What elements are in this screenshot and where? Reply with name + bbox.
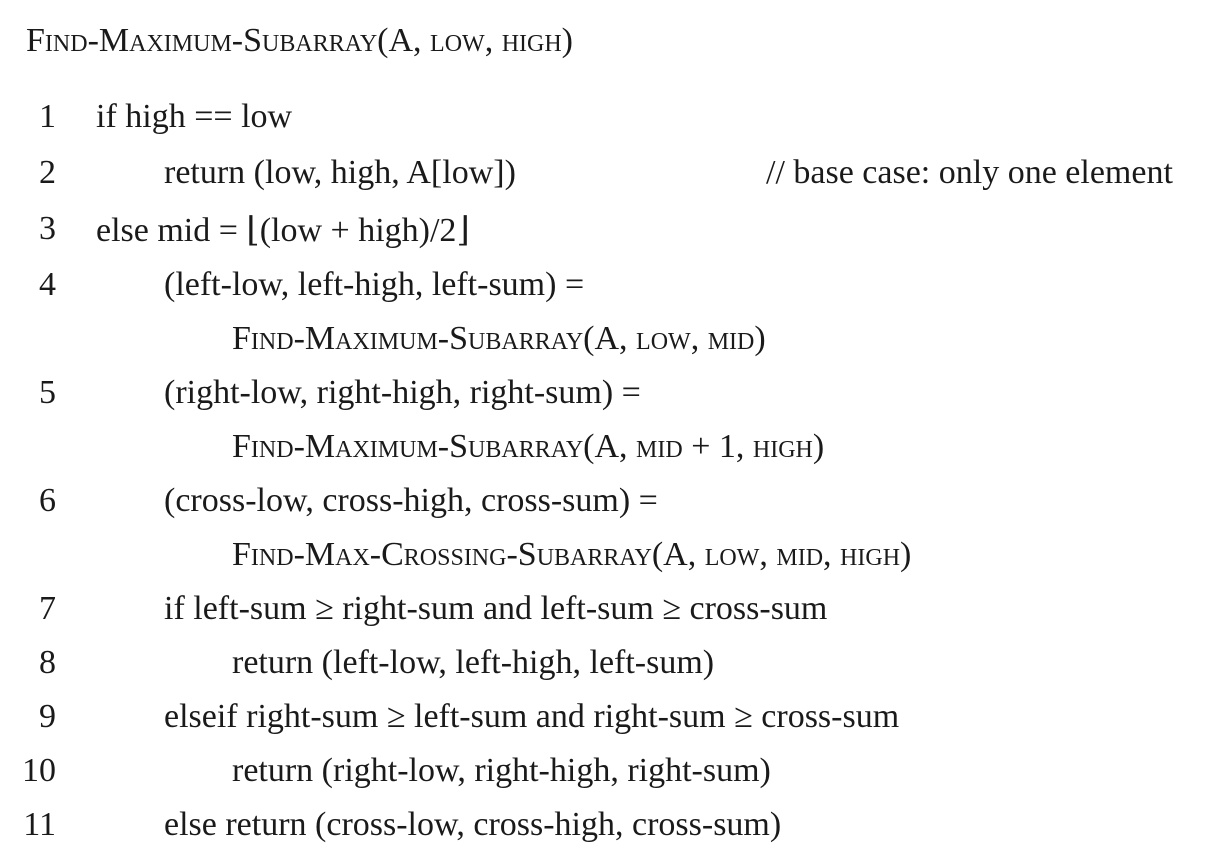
code-text: (cross-low, cross-high, cross-sum) = — [164, 482, 658, 519]
line-number: 7 — [39, 590, 56, 627]
code-text: Find-Maximum-Subarray(A, mid + 1, high) — [232, 428, 825, 465]
code-text: return (low, high, A[low]) — [164, 154, 516, 191]
code-text: (left-low, left-high, left-sum) = — [164, 266, 585, 303]
line-number: 11 — [23, 806, 56, 843]
procedure-title: Find-Maximum-Subarray(A, low, high) — [26, 22, 573, 59]
line-number: 5 — [39, 374, 56, 411]
code-text: else mid = ⌊(low + high)/2⌋ — [96, 212, 470, 249]
code-text: elseif right-sum ≥ left-sum and right-su… — [164, 698, 900, 735]
line-number: 8 — [39, 644, 56, 681]
line-number: 4 — [39, 266, 56, 303]
code-comment: // base case: only one element — [766, 154, 1173, 191]
code-text: return (left-low, left-high, left-sum) — [232, 644, 715, 681]
line-number: 3 — [39, 210, 56, 247]
code-text: Find-Maximum-Subarray(A, low, mid) — [232, 320, 766, 357]
code-text: (right-low, right-high, right-sum) = — [164, 374, 641, 411]
code-text: else return (cross-low, cross-high, cros… — [164, 806, 782, 843]
code-text: Find-Max-Crossing-Subarray(A, low, mid, … — [232, 536, 912, 573]
code-text: if high == low — [96, 98, 293, 135]
code-text: if left-sum ≥ right-sum and left-sum ≥ c… — [164, 590, 828, 627]
line-number: 2 — [39, 154, 56, 191]
line-number: 1 — [39, 98, 56, 135]
line-number: 6 — [39, 482, 56, 519]
line-number: 9 — [39, 698, 56, 735]
line-number: 10 — [22, 752, 56, 789]
pseudocode-document: Find-Maximum-Subarray(A, low, high) 1 if… — [0, 0, 1228, 862]
code-text: return (right-low, right-high, right-sum… — [232, 752, 771, 789]
